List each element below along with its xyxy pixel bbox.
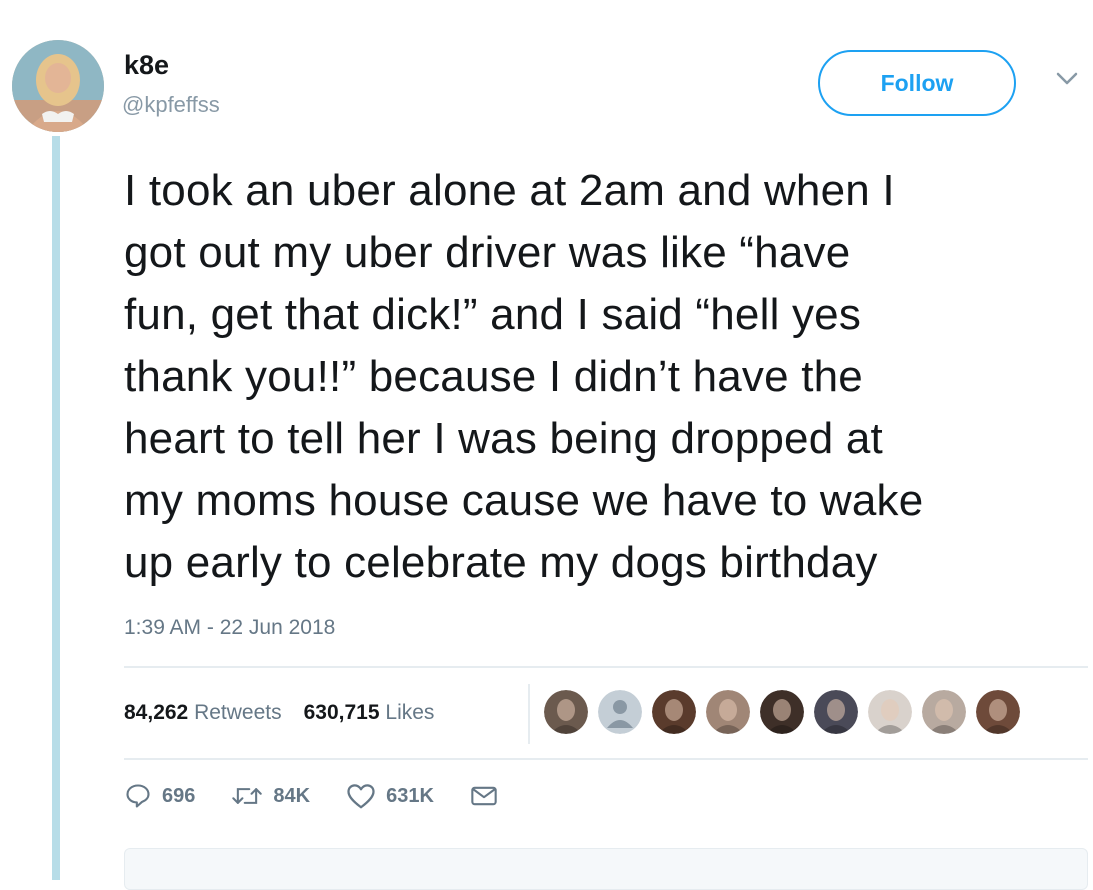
liker-avatar-1	[544, 690, 588, 734]
envelope-icon	[471, 786, 497, 806]
follow-button[interactable]: Follow	[818, 50, 1016, 116]
retweets-count: 84,262	[124, 701, 189, 724]
liker-avatar-8	[922, 690, 966, 734]
retweets-stat[interactable]: 84,262 Retweets	[124, 701, 282, 725]
liker-avatar[interactable]	[598, 690, 642, 734]
retweets-label: Retweets	[194, 701, 282, 724]
liker-avatar[interactable]	[814, 690, 858, 734]
username[interactable]: @kpfeffss	[122, 92, 220, 118]
liker-avatar[interactable]	[706, 690, 750, 734]
divider	[124, 666, 1088, 668]
liker-avatar-9	[976, 690, 1020, 734]
likes-count: 630,715	[303, 701, 380, 724]
liker-avatar[interactable]	[544, 690, 588, 734]
liker-avatar-5	[760, 690, 804, 734]
user-avatar[interactable]	[12, 40, 104, 132]
default-avatar-icon	[598, 690, 642, 734]
reply-input[interactable]	[124, 848, 1088, 890]
chevron-down-icon[interactable]	[1052, 64, 1082, 94]
liker-avatars	[544, 690, 1030, 734]
liker-avatar[interactable]	[922, 690, 966, 734]
like-count: 631K	[386, 784, 434, 807]
retweet-count: 84K	[273, 784, 311, 807]
reply-icon	[126, 784, 150, 808]
liker-avatar[interactable]	[976, 690, 1020, 734]
tweet-text: I took an uber alone at 2am and when I g…	[124, 166, 924, 587]
liker-avatar[interactable]	[760, 690, 804, 734]
tweet-actions: 696 84K 631K	[124, 782, 544, 810]
liker-avatar-3	[652, 690, 696, 734]
stats-separator	[528, 684, 530, 744]
liker-avatar[interactable]	[868, 690, 912, 734]
liker-avatar-6	[814, 690, 858, 734]
like-button[interactable]: 631K	[346, 782, 434, 810]
heart-icon	[347, 784, 375, 809]
tweet-timestamp[interactable]: 1:39 AM - 22 Jun 2018	[124, 616, 335, 640]
reply-count: 696	[162, 784, 196, 807]
tweet-stats: 84,262 Retweets 630,715 Likes	[124, 690, 456, 736]
retweet-button[interactable]: 84K	[231, 782, 310, 810]
liker-avatar-7	[868, 690, 912, 734]
liker-avatar[interactable]	[652, 690, 696, 734]
thread-line	[52, 136, 60, 880]
avatar-photo-icon	[12, 40, 104, 132]
reply-button[interactable]: 696	[124, 782, 195, 810]
divider	[124, 758, 1088, 760]
likes-stat[interactable]: 630,715 Likes	[304, 701, 435, 725]
retweet-icon	[232, 788, 263, 804]
direct-message-button[interactable]	[470, 784, 508, 808]
likes-label: Likes	[385, 701, 435, 724]
display-name[interactable]: k8e	[124, 50, 169, 81]
liker-avatar-4	[706, 690, 750, 734]
